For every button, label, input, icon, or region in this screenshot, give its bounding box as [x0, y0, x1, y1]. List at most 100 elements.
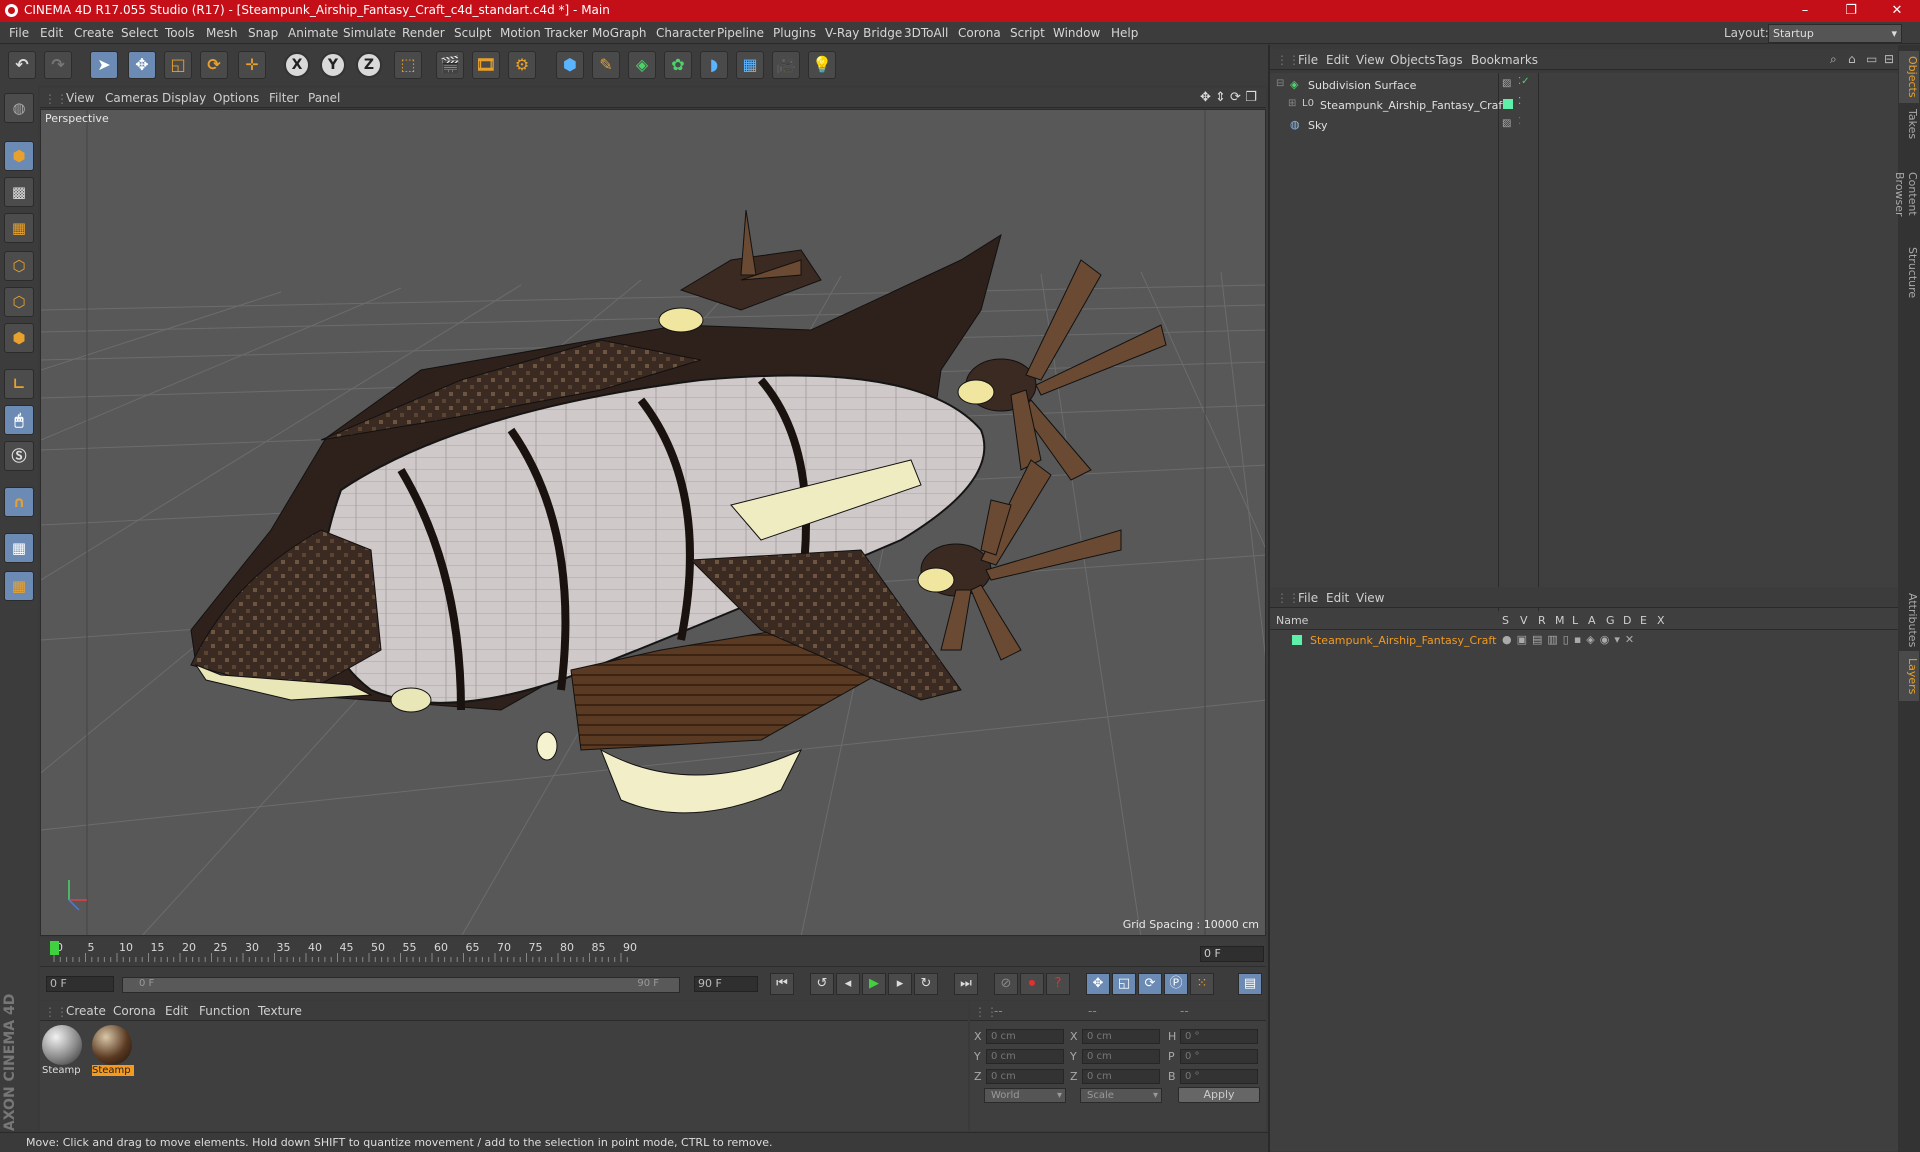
make-editable-icon[interactable]: ◍ [4, 93, 34, 123]
layer-menu-file[interactable]: File [1298, 591, 1318, 605]
menu-file[interactable]: File [9, 26, 29, 40]
object-menu-bookmarks[interactable]: Bookmarks [1471, 53, 1538, 67]
object-menu-objects[interactable]: Objects [1390, 53, 1435, 67]
home-icon[interactable]: ⌂ [1848, 52, 1856, 66]
material-menu-texture[interactable]: Texture [258, 1004, 302, 1018]
menu-script[interactable]: Script [1010, 26, 1045, 40]
menu-motion-tracker[interactable]: Motion Tracker [500, 26, 588, 40]
key-scale-icon[interactable]: ◱ [1112, 973, 1136, 995]
tweak-mode-icon[interactable]: 🖱 [4, 405, 34, 435]
apply-button[interactable]: Apply [1178, 1087, 1260, 1103]
tab-objects[interactable]: Objects [1899, 51, 1919, 103]
viewport-menu-options[interactable]: Options [213, 91, 259, 105]
frame-range-slider[interactable]: 0 F 90 F [122, 977, 680, 993]
material-menu-function[interactable]: Function [199, 1004, 250, 1018]
minimize-button[interactable]: – [1782, 0, 1828, 22]
material-menu-create[interactable]: Create [66, 1004, 106, 1018]
tab-structure[interactable]: Structure [1899, 241, 1919, 305]
snap-magnet-icon[interactable]: ∩ [4, 487, 34, 517]
next-key-icon[interactable]: ↻ [914, 973, 938, 995]
menu-create[interactable]: Create [74, 26, 114, 40]
deformer-icon[interactable]: ◗ [700, 51, 728, 79]
subdivision-surface-icon[interactable]: ◈ [628, 51, 656, 79]
layer-menu-edit[interactable]: Edit [1326, 591, 1349, 605]
y-axis-lock-button[interactable]: Y [320, 52, 346, 78]
viewport-menu-display[interactable]: Display [162, 91, 206, 105]
move-tool-icon[interactable]: ✥ [128, 51, 156, 79]
size-y-field[interactable]: 0 cm [1082, 1049, 1160, 1064]
expand-icon[interactable]: ⊞ [1288, 98, 1296, 109]
size-mode-dropdown[interactable]: Scale ▾ [1080, 1088, 1162, 1103]
layer-menu-view[interactable]: View [1356, 591, 1384, 605]
autokeying-icon[interactable]: ? [1046, 973, 1070, 995]
viewport-menu-filter[interactable]: Filter [269, 91, 299, 105]
viewport-menu-panel[interactable]: Panel [308, 91, 340, 105]
menu-mograph[interactable]: MoGraph [592, 26, 647, 40]
material-menu-corona[interactable]: Corona [113, 1004, 156, 1018]
new-view-icon[interactable]: ▭ [1866, 52, 1877, 66]
object-row[interactable]: ◍ Sky ▨ ⁚ [1270, 115, 1898, 135]
menu-character[interactable]: Character [656, 26, 715, 40]
menu-animate[interactable]: Animate [288, 26, 338, 40]
texture-mode-icon[interactable]: ▩ [4, 177, 34, 207]
menu-help[interactable]: Help [1111, 26, 1138, 40]
light-icon[interactable]: 💡 [808, 51, 836, 79]
render-picture-viewer-icon[interactable]: 🎞 [472, 51, 500, 79]
tab-content-browser[interactable]: Content Browser [1893, 145, 1919, 243]
key-pla-icon[interactable]: ⁙ [1190, 973, 1214, 995]
axis-mode-icon[interactable]: ∟ [4, 369, 34, 399]
menu-plugins[interactable]: Plugins [773, 26, 816, 40]
tab-attributes[interactable]: Attributes [1899, 585, 1919, 655]
3d-viewport[interactable]: Perspective Grid Spacing : 10000 cm [40, 109, 1266, 936]
menu-3dtoall[interactable]: 3DToAll [904, 26, 948, 40]
play-forward-icon[interactable]: ▶ [862, 973, 886, 995]
search-icon[interactable]: ⌕ [1830, 52, 1837, 67]
undo-icon[interactable]: ↶ [8, 51, 36, 79]
layer-toggle-icon[interactable]: ▨ [1502, 78, 1511, 89]
tab-takes[interactable]: Takes [1899, 101, 1919, 147]
camera-icon[interactable]: 🎥 [772, 51, 800, 79]
viewport-menu-cameras[interactable]: Cameras [105, 91, 158, 105]
workplane-lock-icon[interactable]: ▦ [4, 533, 34, 563]
pos-z-field[interactable]: 0 cm [986, 1069, 1064, 1084]
size-z-field[interactable]: 0 cm [1082, 1069, 1160, 1084]
start-frame-field[interactable]: 0 F [46, 976, 114, 992]
end-frame-field[interactable]: 90 F [694, 976, 758, 992]
material-swatch-selected[interactable]: Steamp [92, 1025, 134, 1076]
menu-tools[interactable]: Tools [165, 26, 195, 40]
timeline-ruler[interactable]: 0 5 10 15 20 25 30 35 40 45 50 55 60 65 70 75 80 85 90 [40, 938, 1266, 966]
previous-frame-icon[interactable]: ◂ [836, 973, 860, 995]
menu-corona[interactable]: Corona [958, 26, 1001, 40]
x-axis-lock-button[interactable]: X [284, 52, 310, 78]
layout-select[interactable]: Startup ▾ [1768, 24, 1902, 43]
workplane-axis-icon[interactable]: ▦ [4, 571, 34, 601]
enabled-check-icon[interactable]: ⁚✓ [1518, 76, 1530, 87]
scale-tool-icon[interactable]: ◱ [164, 51, 192, 79]
coordinate-mode-dropdown[interactable]: World ▾ [984, 1088, 1066, 1103]
next-frame-icon[interactable]: ▸ [888, 973, 912, 995]
layer-row[interactable]: Steampunk_Airship_Fantasy_Craft ●▣▤▥▯▪◈◉… [1270, 631, 1898, 649]
go-to-start-icon[interactable]: ⏮ [770, 973, 794, 995]
array-generator-icon[interactable]: ✿ [664, 51, 692, 79]
record-active-objects-icon[interactable]: ⏺ [1020, 973, 1044, 995]
restore-button[interactable]: ❐ [1828, 0, 1874, 22]
menu-simulate[interactable]: Simulate [343, 26, 396, 40]
coordinate-system-icon[interactable]: ⬚ [394, 51, 422, 79]
render-settings-icon[interactable]: ⚙ [508, 51, 536, 79]
visibility-dots-icon[interactable]: ⁚ [1518, 96, 1521, 107]
tab-layers[interactable]: Layers [1899, 651, 1919, 701]
edges-mode-icon[interactable]: ⬡ [4, 287, 34, 317]
menu-edit[interactable]: Edit [40, 26, 63, 40]
object-row[interactable]: ⊞ L0 Steampunk_Airship_Fantasy_Craft ⁚ [1270, 95, 1898, 115]
transform-tool-icon[interactable]: ✛ [238, 51, 266, 79]
rot-h-field[interactable]: 0 ° [1180, 1029, 1258, 1044]
object-menu-tags[interactable]: Tags [1436, 53, 1463, 67]
object-row[interactable]: ⊟ ◈ Subdivision Surface ▨ ⁚✓ [1270, 75, 1898, 95]
menu-snap[interactable]: Snap [248, 26, 278, 40]
object-menu-edit[interactable]: Edit [1326, 53, 1349, 67]
close-button[interactable]: ✕ [1874, 0, 1920, 22]
layer-toggle-icon[interactable]: ▨ [1502, 118, 1511, 129]
pos-x-field[interactable]: 0 cm [986, 1029, 1064, 1044]
pos-y-field[interactable]: 0 cm [986, 1049, 1064, 1064]
rot-p-field[interactable]: 0 ° [1180, 1049, 1258, 1064]
